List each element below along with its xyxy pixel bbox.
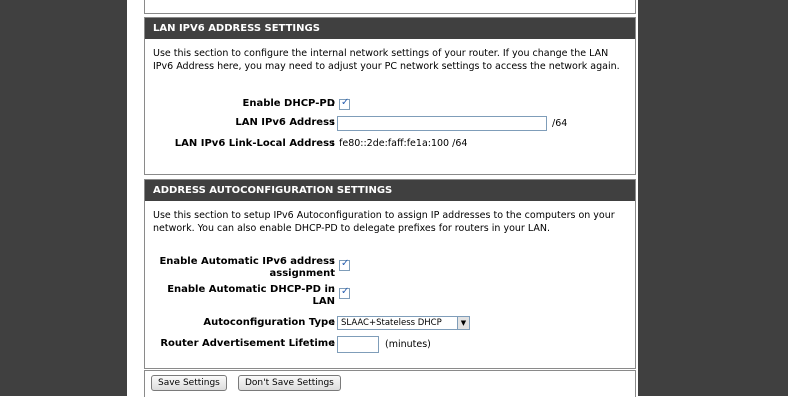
save-settings-button[interactable]: Save Settings [151, 375, 227, 391]
colon: : [331, 284, 335, 295]
autoconfig-type-select[interactable]: SLAAC+Stateless DHCP ▼ [337, 316, 470, 330]
left-margin [0, 0, 127, 396]
auto-dhcp-pd-label: Enable Automatic DHCP-PD in [167, 284, 335, 295]
lan-ipv6-section: LAN IPV6 ADDRESS SETTINGS Use this secti… [144, 17, 636, 175]
button-bar: Save Settings Don't Save Settings [144, 370, 636, 397]
bottom-strip [0, 396, 788, 404]
colon: : [331, 317, 335, 328]
ra-lifetime-label: Router Advertisement Lifetime [160, 338, 335, 349]
chevron-down-icon[interactable]: ▼ [457, 317, 469, 329]
previous-section-bottom [144, 0, 636, 14]
link-local-value: fe80::2de:faff:fe1a:100 /64 [339, 138, 468, 149]
colon: : [331, 256, 335, 267]
enable-dhcp-pd-checkbox[interactable] [339, 97, 350, 110]
prefix-length-suffix: /64 [552, 118, 568, 129]
auto-dhcp-pd-label-cont: LAN [312, 296, 335, 307]
enable-dhcp-pd-label: Enable DHCP-PD [242, 98, 336, 109]
lan-ipv6-description: Use this section to configure the intern… [153, 48, 620, 72]
autoconfig-type-value: SLAAC+Stateless DHCP [341, 318, 442, 328]
link-local-label: LAN IPv6 Link-Local Address [174, 138, 335, 149]
auto-ipv6-label-cont: assignment [269, 268, 335, 279]
dont-save-settings-button[interactable]: Don't Save Settings [238, 375, 341, 391]
autoconfig-section: ADDRESS AUTOCONFIGURATION SETTINGS Use t… [144, 179, 636, 369]
colon: : [331, 138, 335, 149]
lan-ipv6-address-label: LAN IPv6 Address [235, 117, 335, 128]
colon: : [331, 338, 335, 349]
colon: : [331, 117, 335, 128]
auto-ipv6-checkbox[interactable] [339, 258, 350, 271]
ra-lifetime-unit: (minutes) [385, 339, 431, 350]
colon: : [331, 98, 335, 109]
auto-dhcp-pd-checkbox[interactable] [339, 286, 350, 299]
ra-lifetime-input[interactable] [337, 336, 379, 353]
right-margin [638, 0, 788, 396]
auto-ipv6-label: Enable Automatic IPv6 address [159, 256, 335, 267]
left-gutter [127, 0, 139, 396]
lan-ipv6-address-input[interactable] [337, 116, 547, 131]
lan-ipv6-section-title: LAN IPV6 ADDRESS SETTINGS [145, 18, 635, 39]
autoconfig-type-label: Autoconfiguration Type [203, 317, 335, 328]
autoconfig-description: Use this section to setup IPv6 Autoconfi… [153, 210, 615, 234]
autoconfig-section-title: ADDRESS AUTOCONFIGURATION SETTINGS [145, 180, 635, 201]
